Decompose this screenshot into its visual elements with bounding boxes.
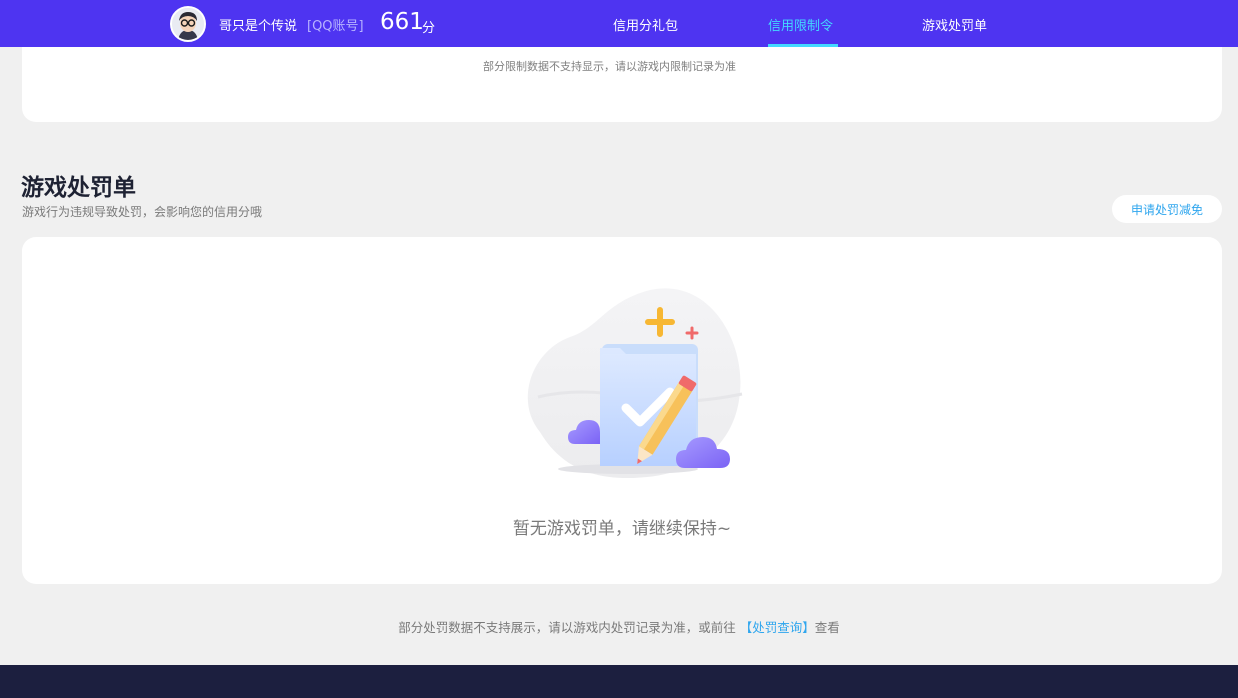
avatar[interactable] <box>170 6 206 42</box>
top-nav-bar: 哥只是个传说 [QQ账号] 661 分 信用分礼包 信用限制令 游戏处罚单 <box>0 0 1238 47</box>
tab-credit-restriction[interactable]: 信用限制令 <box>768 15 833 34</box>
restriction-note: 部分限制数据不支持显示，请以游戏内限制记录为准 <box>483 60 736 73</box>
clipboard-check-pencil-icon <box>527 288 743 479</box>
penalty-query-link[interactable]: 【处罚查询】 <box>740 620 815 635</box>
penalty-card: 暂无游戏罚单，请继续保持~ <box>22 237 1222 584</box>
username: 哥只是个传说 <box>219 19 298 34</box>
avatar-glasses-icon <box>172 8 204 40</box>
empty-state-text: 暂无游戏罚单，请继续保持~ <box>512 519 732 539</box>
penalty-footer-note: 部分处罚数据不支持展示，请以游戏内处罚记录为准，或前往 【处罚查询】查看 <box>0 617 1238 636</box>
tab-game-penalty[interactable]: 游戏处罚单 <box>922 15 987 34</box>
page-footer-band <box>0 665 1238 698</box>
restriction-card: 部分限制数据不支持显示，请以游戏内限制记录为准 <box>22 47 1222 122</box>
apply-penalty-reduction-button[interactable]: 申请处罚减免 <box>1112 195 1222 223</box>
tab-credit-gift[interactable]: 信用分礼包 <box>613 15 678 34</box>
penalty-section-subtitle: 游戏行为违规导致处罚，会影响您的信用分哦 <box>22 205 263 219</box>
account-type: [QQ账号] <box>307 19 364 34</box>
penalty-section-title: 游戏处罚单 <box>21 175 136 201</box>
credit-score-unit: 分 <box>422 21 436 36</box>
footer-note-prefix: 部分处罚数据不支持展示，请以游戏内处罚记录为准，或前往 <box>398 620 736 635</box>
footer-note-suffix: 查看 <box>814 620 840 635</box>
credit-score: 661 <box>380 9 424 35</box>
